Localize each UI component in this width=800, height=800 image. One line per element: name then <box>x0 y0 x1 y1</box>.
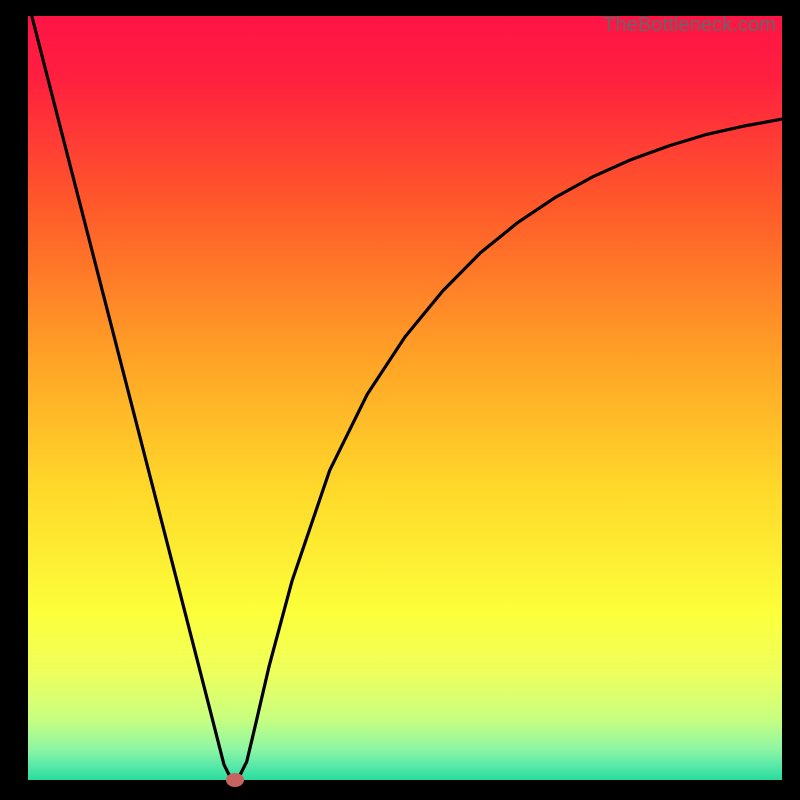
chart-frame: TheBottleneck.com <box>28 16 782 780</box>
minimum-point-marker <box>226 773 244 787</box>
bottleneck-curve <box>28 16 782 780</box>
